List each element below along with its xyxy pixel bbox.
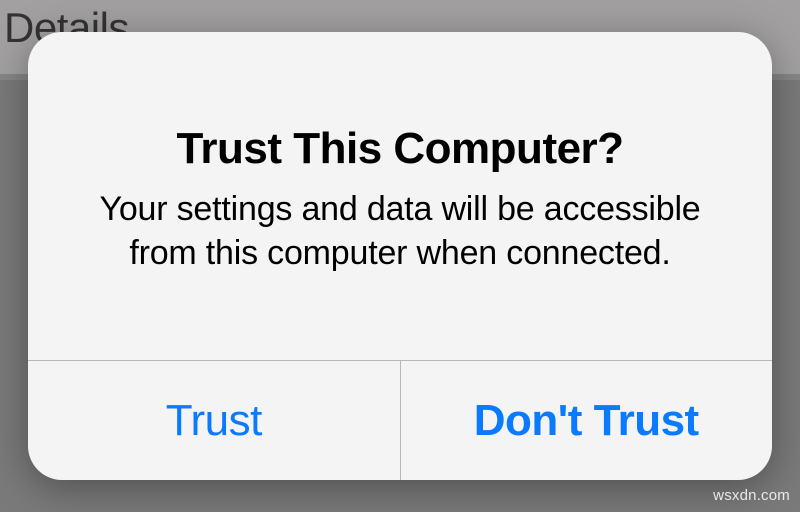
dont-trust-button[interactable]: Don't Trust bbox=[400, 361, 773, 480]
dialog-message: Your settings and data will be accessibl… bbox=[84, 188, 716, 275]
trust-computer-dialog: Trust This Computer? Your settings and d… bbox=[28, 32, 772, 480]
dialog-button-row: Trust Don't Trust bbox=[28, 360, 772, 480]
dialog-title: Trust This Computer? bbox=[176, 124, 623, 174]
dialog-body: Trust This Computer? Your settings and d… bbox=[28, 32, 772, 360]
trust-button[interactable]: Trust bbox=[28, 361, 400, 480]
watermark: wsxdn.com bbox=[713, 487, 790, 504]
